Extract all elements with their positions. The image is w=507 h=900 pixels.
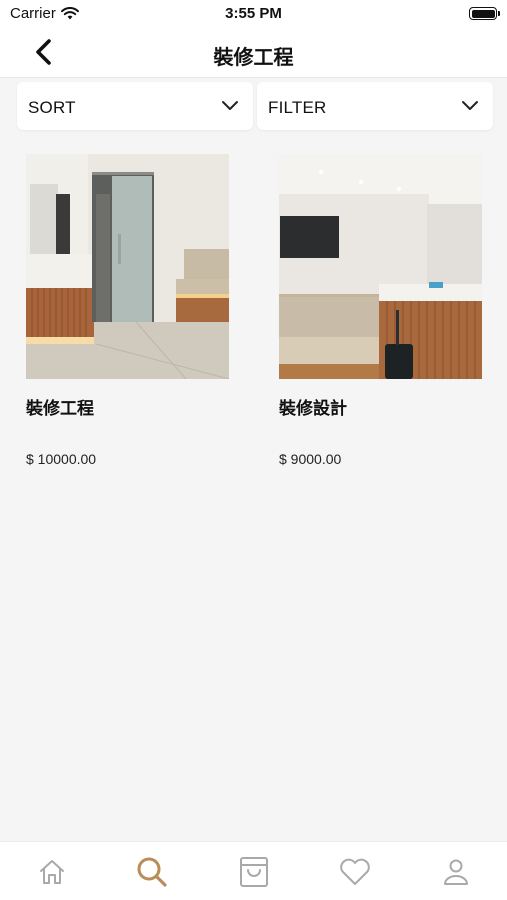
sort-label: SORT bbox=[28, 98, 76, 117]
tab-home[interactable] bbox=[32, 852, 72, 892]
chevron-down-icon bbox=[222, 101, 238, 110]
tab-search[interactable] bbox=[132, 852, 172, 892]
sort-filter-bar: SORT FILTER bbox=[17, 82, 493, 130]
product-image[interactable] bbox=[279, 154, 482, 379]
sort-dropdown[interactable]: SORT bbox=[17, 82, 253, 130]
search-icon bbox=[137, 857, 167, 887]
product-price: $ 10000.00 bbox=[26, 451, 97, 467]
product-price: $ 9000.00 bbox=[279, 451, 342, 467]
product-name: 裝修設計 bbox=[279, 399, 347, 418]
battery-cap bbox=[498, 11, 500, 16]
filter-dropdown[interactable]: FILTER bbox=[257, 82, 493, 130]
battery-fill bbox=[471, 9, 495, 18]
tab-cart[interactable] bbox=[234, 852, 274, 892]
tab-profile[interactable] bbox=[436, 852, 476, 892]
chevron-down-icon bbox=[462, 101, 478, 110]
tab-bar bbox=[0, 841, 507, 900]
tab-wishlist[interactable] bbox=[335, 852, 375, 892]
heart-icon bbox=[340, 858, 370, 885]
product-image[interactable] bbox=[26, 154, 229, 379]
status-bar: Carrier 3:55 PM bbox=[0, 0, 507, 28]
user-icon bbox=[444, 859, 468, 885]
nav-bar: 裝修工程 bbox=[0, 28, 507, 78]
home-icon bbox=[40, 860, 64, 884]
status-time: 3:55 PM bbox=[225, 5, 282, 22]
battery-icon bbox=[469, 7, 500, 20]
filter-label: FILTER bbox=[268, 98, 327, 117]
shopping-bag-icon bbox=[240, 857, 268, 887]
product-name: 裝修工程 bbox=[26, 399, 94, 418]
product-card[interactable]: 裝修設計 $ 9000.00 bbox=[279, 154, 482, 474]
product-card[interactable]: 裝修工程 $ 10000.00 bbox=[26, 154, 229, 474]
page-title: 裝修工程 bbox=[213, 47, 294, 69]
